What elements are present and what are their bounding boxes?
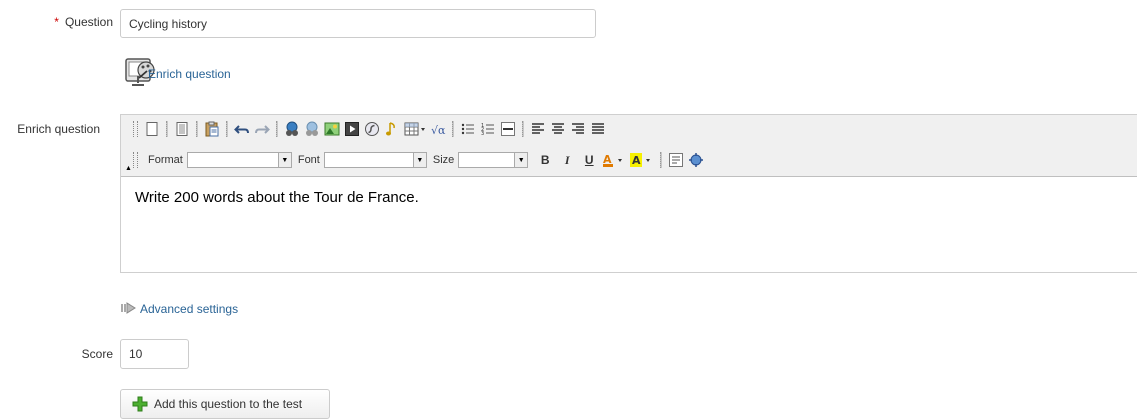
add-icon (132, 396, 148, 412)
toolbar-separator (166, 121, 168, 137)
video-icon[interactable] (343, 120, 361, 138)
arrow-right-icon[interactable] (121, 301, 139, 315)
format-label: Format (148, 154, 183, 166)
toolbar-separator (196, 121, 198, 137)
collapse-toolbar-icon[interactable]: ▲ (125, 165, 132, 172)
editor-label: Enrich question (17, 122, 100, 136)
score-label: Score (81, 347, 113, 361)
horizontal-rule-icon[interactable] (499, 120, 517, 138)
question-input[interactable] (120, 9, 596, 38)
audio-icon[interactable] (383, 120, 401, 138)
toolbar-separator (660, 152, 663, 168)
svg-text:3: 3 (481, 131, 484, 137)
bold-button[interactable]: B (536, 151, 554, 169)
svg-text:√α: √α (431, 124, 446, 137)
editor-toolbar: √α 123 Format ▼ Font ▼ Size ▼ B I U A A … (121, 115, 1137, 177)
rich-text-editor: √α 123 Format ▼ Font ▼ Size ▼ B I U A A … (120, 114, 1137, 273)
required-asterisk: * (54, 15, 59, 29)
flash-icon[interactable] (363, 120, 381, 138)
chevron-down-icon: ▼ (514, 153, 528, 167)
chevron-down-icon: ▼ (412, 153, 426, 167)
text-color-icon[interactable]: A (601, 151, 627, 169)
templates-icon[interactable] (173, 120, 191, 138)
align-justify-icon[interactable] (589, 120, 607, 138)
score-input[interactable] (120, 339, 189, 369)
svg-text:A: A (632, 154, 641, 167)
size-label: Size (432, 154, 455, 166)
link-icon[interactable] (283, 120, 301, 138)
toolbar-row-2: Format ▼ Font ▼ Size ▼ B I U A A (131, 150, 706, 170)
paste-icon[interactable] (203, 120, 221, 138)
question-label: * Question (54, 15, 113, 29)
toolbar-grip (133, 152, 138, 168)
maximize-icon[interactable] (687, 151, 705, 169)
undo-icon[interactable] (233, 120, 251, 138)
toolbar-separator (276, 121, 278, 137)
align-left-icon[interactable] (529, 120, 547, 138)
italic-button[interactable]: I (558, 151, 576, 169)
add-question-label: Add this question to the test (154, 397, 303, 411)
underline-button[interactable]: U (580, 151, 598, 169)
source-icon[interactable] (667, 151, 685, 169)
font-select[interactable]: ▼ (323, 152, 427, 168)
toolbar-separator (522, 121, 524, 137)
chevron-down-icon: ▼ (277, 153, 291, 167)
background-color-icon[interactable]: A (629, 151, 655, 169)
align-right-icon[interactable] (569, 120, 587, 138)
redo-icon[interactable] (253, 120, 271, 138)
numbered-list-icon[interactable]: 123 (479, 120, 497, 138)
bulleted-list-icon[interactable] (459, 120, 477, 138)
toolbar-row-1: √α 123 (131, 119, 608, 139)
format-select[interactable]: ▼ (186, 152, 292, 168)
size-select[interactable]: ▼ (458, 152, 529, 168)
add-question-button[interactable]: Add this question to the test (120, 389, 330, 419)
toolbar-separator (452, 121, 454, 137)
image-icon[interactable] (323, 120, 341, 138)
math-formula-icon[interactable]: √α (429, 120, 447, 138)
table-icon[interactable] (403, 120, 427, 138)
advanced-settings-link[interactable]: Advanced settings (140, 302, 238, 316)
editor-content[interactable]: Write 200 words about the Tour de France… (135, 189, 419, 206)
toolbar-grip (133, 121, 138, 137)
toolbar-separator (226, 121, 228, 137)
enrich-question-link[interactable]: Enrich question (148, 67, 231, 81)
font-label: Font (297, 154, 320, 166)
unlink-icon[interactable] (303, 120, 321, 138)
align-center-icon[interactable] (549, 120, 567, 138)
new-page-icon[interactable] (143, 120, 161, 138)
